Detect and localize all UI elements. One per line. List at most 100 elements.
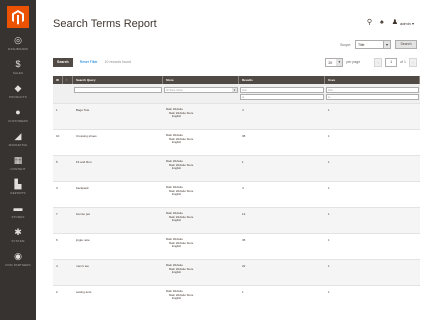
cell-store: Main Website Main Website Store English	[163, 156, 239, 181]
store-filter-select[interactable]: All Store Views ▾	[164, 87, 238, 93]
search-terms-grid: ID ↑ Search Query Store Results Uses All…	[53, 76, 420, 311]
cell-results: 38	[242, 134, 246, 138]
scope-search-button[interactable]: Search	[395, 40, 417, 49]
uses-from-input[interactable]: from	[326, 87, 419, 93]
cell-store: Main Website Main Website Store English	[163, 286, 239, 311]
cell-search-query: Crossing shoes	[76, 134, 97, 138]
sidebar-item-dashboard[interactable]: ◎ Dashboard	[0, 33, 36, 57]
chevron-down-icon: ▾	[336, 58, 343, 66]
cell-spacer	[63, 156, 73, 181]
prev-page-button[interactable]: ‹	[374, 57, 383, 67]
reset-filter-link[interactable]: Reset Filter	[80, 60, 98, 64]
col-uses[interactable]: Uses	[325, 76, 420, 84]
user-menu[interactable]: ♟ admin ▾	[392, 18, 414, 28]
sidebar-item-label: Products	[9, 95, 27, 99]
results-from-input[interactable]: from	[240, 87, 324, 93]
table-row[interactable]: 7 bonnie pet Main Website Main Website Stor…	[53, 207, 420, 233]
cell-uses: 1	[328, 108, 330, 112]
store-view: English	[172, 296, 182, 301]
table-row[interactable]: 2 setting ants Main Website Main Website St…	[53, 285, 420, 311]
cell-uses: 1	[328, 238, 330, 242]
sidebar-item-label: Reports	[10, 191, 26, 195]
records-count: 10 records found	[104, 60, 131, 64]
table-row[interactable]: 5 Fit and Run Main Website Main Website Sto…	[53, 155, 420, 181]
store-view: English	[172, 270, 182, 275]
store-icon: ▬	[13, 203, 23, 213]
per-page-select[interactable]: 20 ▾	[325, 57, 344, 67]
cell-spacer	[63, 286, 73, 311]
page-title: Search Terms Report	[53, 18, 157, 30]
sidebar-item-find-partners[interactable]: ◉ Find Partners	[0, 249, 36, 273]
cell-store: Main Website Main Website Store English	[163, 130, 239, 155]
sidebar-item-reports[interactable]: ▙ Reports	[0, 177, 36, 201]
global-search-icon[interactable]: ⚲	[367, 18, 372, 28]
cell-uses: 1	[328, 160, 330, 164]
table-row[interactable]: 3 backpack Main Website Main Website Store E…	[53, 181, 420, 207]
sidebar-item-label: Sales	[12, 71, 24, 75]
dollar-icon: $	[15, 59, 21, 69]
cell-results: 1	[242, 290, 244, 294]
cell-spacer	[63, 234, 73, 259]
cell-search-query: jingle note	[76, 238, 90, 242]
magento-logo-icon[interactable]	[7, 6, 29, 28]
sidebar-item-stores[interactable]: ▬ Stores	[0, 201, 36, 225]
chevron-down-icon: ▾	[232, 88, 237, 92]
cell-spacer	[63, 130, 73, 155]
col-results[interactable]: Results	[239, 76, 325, 84]
cell-search-query: setting ants	[76, 290, 92, 294]
person-icon: ●	[15, 107, 21, 117]
store-view: English	[172, 218, 182, 223]
table-row[interactable]: 4 men's tee Main Website Main Website Store…	[53, 259, 420, 285]
page-input[interactable]: 1	[385, 57, 398, 67]
scope-bar: Scope: Title ▾ Search	[340, 40, 417, 49]
per-page-value: 20	[328, 60, 333, 65]
cell-results: 12	[242, 212, 246, 216]
scope-select[interactable]: Title ▾	[355, 40, 391, 49]
filter-row: All Store Views ▾ from to from to	[53, 84, 420, 103]
sidebar-item-sales[interactable]: $ Sales	[0, 57, 36, 81]
next-page-button[interactable]: ›	[409, 57, 417, 67]
sidebar-item-system[interactable]: ✱ System	[0, 225, 36, 249]
search-button[interactable]: Search	[53, 57, 73, 67]
cell-id: 7	[56, 212, 58, 216]
table-row[interactable]: 10 Crossing shoes Main Website Main Website…	[53, 129, 420, 155]
sidebar-item-content[interactable]: ▦ Content	[0, 153, 36, 177]
col-id[interactable]: ID	[53, 76, 63, 84]
table-row[interactable]: 1 Bags Tote Main Website Main Website Store…	[53, 103, 420, 129]
table-row[interactable]: 6 jingle note Main Website Main Website Sto…	[53, 233, 420, 259]
store-view: English	[172, 114, 182, 119]
cell-search-query: backpack	[76, 186, 89, 190]
cell-uses: 1	[328, 212, 330, 216]
sidebar-item-marketing[interactable]: ◢ Marketing	[0, 129, 36, 153]
page-total: of 1	[400, 60, 406, 64]
user-icon: ♟	[391, 19, 398, 26]
store-view: English	[172, 140, 182, 145]
results-to-input[interactable]: to	[240, 94, 324, 100]
cell-id: 10	[56, 134, 60, 138]
cell-id: 5	[56, 160, 58, 164]
cell-search-query: men's tee	[76, 264, 89, 268]
per-page-label: per page	[346, 60, 361, 64]
header-actions: ⚲ ♠ ♟ admin ▾	[367, 18, 414, 28]
cell-search-query: Fit and Run	[76, 160, 92, 164]
bar-chart-icon: ▙	[14, 179, 22, 189]
sidebar-item-label: Content	[10, 167, 26, 171]
search-query-filter-input[interactable]	[74, 87, 162, 93]
sidebar-item-customers[interactable]: ● Customers	[0, 105, 36, 129]
grid-body: 1 Bags Tote Main Website Main Website Store…	[53, 103, 420, 311]
store-view: English	[172, 166, 182, 171]
col-sort[interactable]: ↑	[63, 76, 73, 84]
admin-sidebar: ◎ Dashboard $ Sales ◆ Products ● Customers ◢ Mark…	[0, 0, 36, 320]
notifications-bell-icon[interactable]: ♠	[380, 18, 384, 28]
col-store[interactable]: Store	[163, 76, 239, 84]
cell-uses: 1	[328, 134, 330, 138]
cell-id: 3	[56, 186, 58, 190]
cell-store: Main Website Main Website Store English	[163, 182, 239, 207]
cell-uses: 1	[328, 290, 330, 294]
cell-store: Main Website Main Website Store English	[163, 234, 239, 259]
pager: ‹ 1 of 1 ›	[374, 57, 417, 67]
sidebar-item-products[interactable]: ◆ Products	[0, 81, 36, 105]
cube-icon: ◆	[14, 83, 22, 93]
uses-to-input[interactable]: to	[326, 94, 419, 100]
col-search-query[interactable]: Search Query	[73, 76, 163, 84]
